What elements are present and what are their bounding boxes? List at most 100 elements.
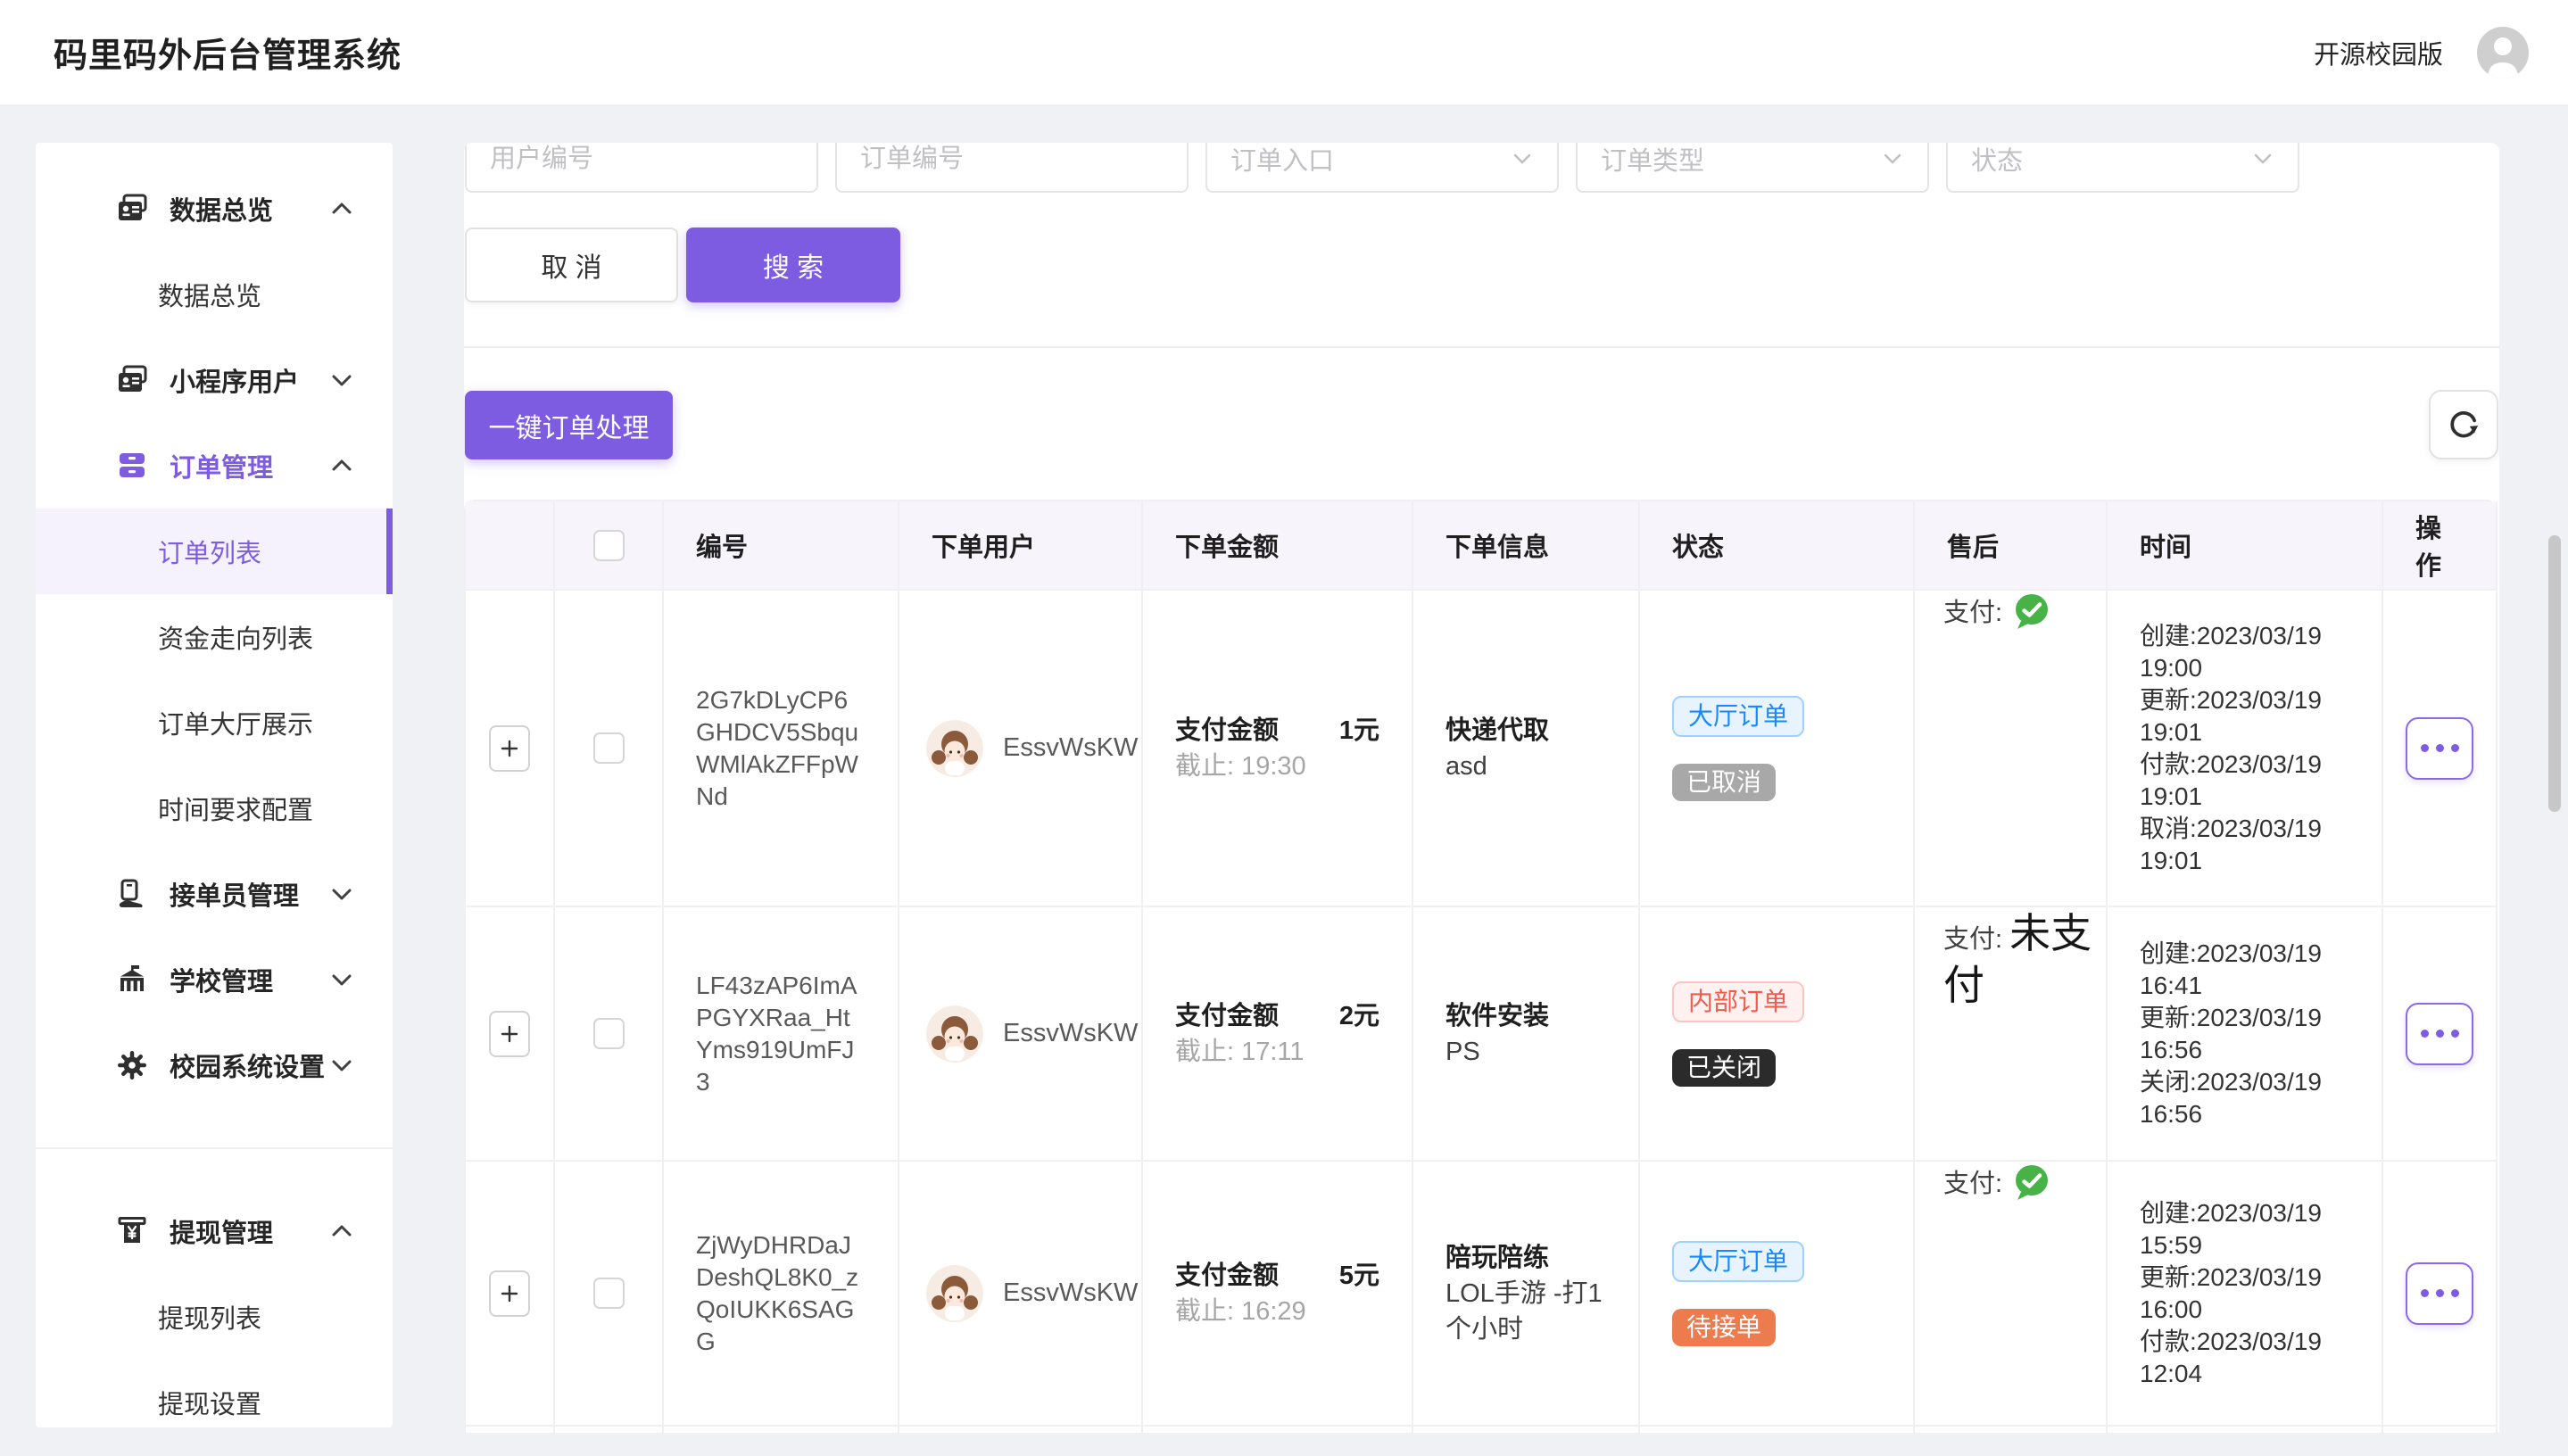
sidebar-item-order-management[interactable]: 订单管理 (36, 423, 393, 509)
table-cell-time: 创建:2023/03/19 19:00 更新:2023/03/19 19:01 … (2108, 591, 2383, 907)
user-name: EssvWsKW (1003, 1278, 1138, 1308)
expand-row-button[interactable] (489, 725, 530, 772)
sidebar: 数据总览 数据总览 小程序用户 订单管理 订单列表 资金走向列表 订单大厅展示 … (36, 143, 393, 1427)
table-cell-info: 软件安装 PS (1413, 907, 1640, 1162)
row-actions-button[interactable] (2406, 717, 2473, 780)
withdraw-icon (116, 1215, 148, 1247)
sidebar-item-label: 提现列表 (158, 1298, 261, 1336)
partial-row-cell (1413, 1427, 1640, 1433)
table-cell-action (2383, 591, 2498, 907)
info-title: 软件安装 (1446, 998, 1549, 1034)
pay-label: 支付: (1943, 1170, 2002, 1198)
plus-icon (500, 739, 519, 758)
table-cell-info: 快递代取 asd (1413, 591, 1640, 907)
sidebar-item-label: 资金走向列表 (158, 618, 313, 656)
sidebar-item-label: 学校管理 (170, 961, 273, 998)
orders-table: 编号 下单用户 下单金额 下单信息 状态 售后 时间 操作 2G7kDLyCP6… (464, 500, 2498, 1433)
sidebar-item-mini-program-users[interactable]: 小程序用户 (36, 337, 393, 423)
table-cell-expand (466, 591, 555, 907)
table-cell-select (555, 1162, 664, 1427)
user-id-input[interactable] (465, 143, 818, 193)
id-card-icon (116, 193, 148, 225)
sidebar-item-withdrawal-list[interactable]: 提现列表 (36, 1274, 393, 1360)
sidebar-item-label: 订单列表 (158, 533, 261, 570)
table-cell-status: 大厅订单 待接单 (1640, 1162, 1915, 1427)
topbar-right: 开源校园版 (2314, 27, 2529, 79)
partial-row-cell (2383, 1427, 2498, 1433)
order-type-select[interactable]: 订单类型 (1576, 143, 1929, 193)
chevron-up-icon (330, 197, 353, 220)
plus-icon (500, 1284, 519, 1303)
courier-icon (116, 878, 148, 910)
order-entry-select[interactable]: 订单入口 (1205, 143, 1559, 193)
row-checkbox[interactable] (593, 732, 625, 764)
chevron-down-icon (330, 968, 353, 991)
sidebar-item-courier-management[interactable]: 接单员管理 (36, 851, 393, 937)
partial-row-cell (555, 1427, 664, 1433)
refresh-button[interactable] (2429, 390, 2498, 459)
batch-process-button[interactable]: 一键订单处理 (465, 391, 673, 459)
sidebar-item-label: 接单员管理 (170, 875, 299, 913)
status-tag: 已取消 (1672, 764, 1776, 801)
sidebar-item-withdrawal-settings[interactable]: 提现设置 (36, 1360, 393, 1427)
chevron-up-icon (330, 1220, 353, 1243)
row-actions-button[interactable] (2406, 1262, 2473, 1325)
row-checkbox[interactable] (593, 1278, 625, 1309)
chevron-up-icon (330, 454, 353, 477)
row-actions-button[interactable] (2406, 1003, 2473, 1065)
sidebar-item-label: 校园系统设置 (170, 1046, 325, 1084)
partial-row-cell (1640, 1427, 1915, 1433)
order-id-text: LF43zAP6ImAPGYXRaa_HtYms919UmFJ3 (696, 970, 866, 1098)
sidebar-item-label: 提现管理 (170, 1212, 273, 1250)
amount-label: 支付金额 (1175, 1258, 1279, 1294)
school-icon (116, 964, 148, 996)
page-scrollbar[interactable] (2548, 535, 2561, 812)
sidebar-item-withdrawal-management[interactable]: 提现管理 (36, 1188, 393, 1274)
amount-value: 2元 (1339, 998, 1379, 1034)
filter-bar: 订单入口 订单类型 状态 (465, 143, 2299, 193)
plus-icon (500, 1024, 519, 1044)
sidebar-item-data-overview[interactable]: 数据总览 (36, 252, 393, 337)
gear-icon (116, 1049, 148, 1081)
status-tag: 已关闭 (1672, 1049, 1776, 1087)
expand-row-button[interactable] (489, 1011, 530, 1057)
table-cell-order-id: LF43zAP6ImAPGYXRaa_HtYms919UmFJ3 (664, 907, 899, 1162)
header-expand-column (466, 501, 555, 591)
status-select[interactable]: 状态 (1946, 143, 2299, 193)
table-cell-amount: 支付金额1元 截止: 19:30 (1143, 591, 1413, 907)
sidebar-item-school-management[interactable]: 学校管理 (36, 937, 393, 1022)
sidebar-item-order-list[interactable]: 订单列表 (36, 509, 393, 594)
deadline-text: 截止: 19:30 (1175, 749, 1306, 784)
user-avatar[interactable] (2477, 27, 2529, 79)
search-button[interactable]: 搜 索 (686, 228, 900, 302)
table-cell-status: 内部订单 已关闭 (1640, 907, 1915, 1162)
partial-row-cell (1915, 1427, 2108, 1433)
table-cell-aftersale: 支付: 未支付 (1915, 907, 2108, 1162)
order-id-text: ZjWyDHRDaJDeshQL8K0_zQoIUKK6SAGG (696, 1229, 866, 1358)
info-desc: asd (1446, 749, 1487, 784)
row-checkbox[interactable] (593, 1018, 625, 1049)
select-all-checkbox[interactable] (593, 530, 625, 561)
ellipsis-icon (2421, 1289, 2429, 1297)
table-cell-order-id: ZjWyDHRDaJDeshQL8K0_zQoIUKK6SAGG (664, 1162, 899, 1427)
orders-icon (116, 450, 148, 482)
status-tag: 内部订单 (1672, 981, 1804, 1022)
user-name: EssvWsKW (1003, 1019, 1138, 1048)
header-select-column (555, 501, 664, 591)
info-title: 快递代取 (1446, 713, 1549, 749)
wechat-pay-icon (2011, 1162, 2052, 1203)
order-id-input[interactable] (835, 143, 1189, 193)
cancel-button[interactable]: 取 消 (465, 228, 678, 302)
sidebar-item-time-requirement-config[interactable]: 时间要求配置 (36, 765, 393, 851)
header-aftersale: 售后 (1915, 501, 2108, 591)
header-status: 状态 (1640, 501, 1915, 591)
sidebar-item-data-overview-group[interactable]: 数据总览 (36, 166, 393, 252)
sidebar-item-order-hall-display[interactable]: 订单大厅展示 (36, 680, 393, 765)
sidebar-item-fund-flow-list[interactable]: 资金走向列表 (36, 594, 393, 680)
refresh-icon (2445, 406, 2482, 443)
expand-row-button[interactable] (489, 1270, 530, 1317)
user-avatar (926, 1265, 983, 1322)
time-line: 更新:2023/03/19 16:56 (2140, 1002, 2349, 1066)
partial-row-cell (664, 1427, 899, 1433)
sidebar-item-campus-system-settings[interactable]: 校园系统设置 (36, 1022, 393, 1108)
